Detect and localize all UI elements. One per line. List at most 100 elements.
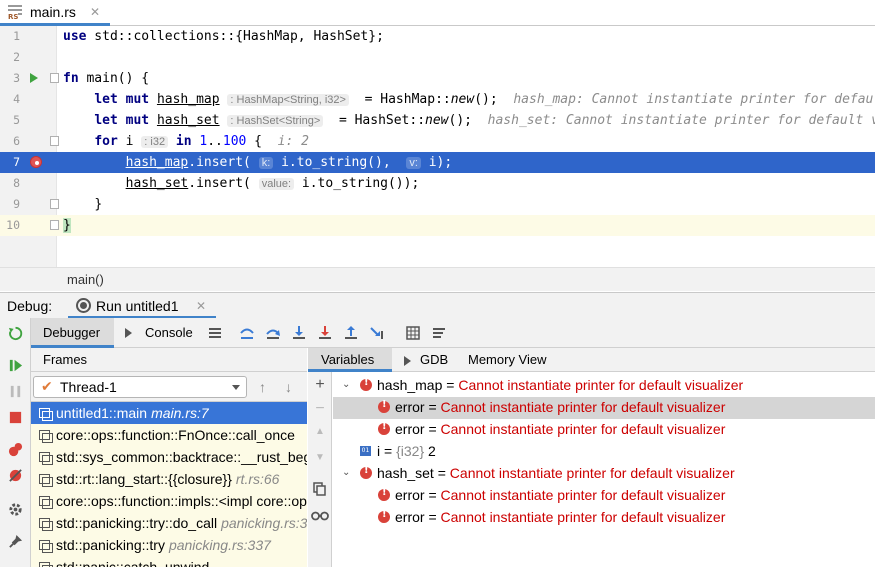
add-watch-icon[interactable]: + bbox=[313, 376, 327, 394]
equals: = bbox=[380, 443, 397, 459]
step-out-icon[interactable] bbox=[343, 325, 359, 341]
breadcrumb-item[interactable]: main() bbox=[67, 272, 104, 287]
keyword: in bbox=[175, 134, 192, 149]
variable-name: error bbox=[395, 399, 425, 415]
run-to-cursor-icon[interactable] bbox=[369, 325, 385, 341]
tab-variables[interactable]: Variables bbox=[308, 348, 392, 372]
frame-location: main.rs:7 bbox=[151, 405, 209, 421]
arrow-up-icon[interactable]: ↑ bbox=[259, 379, 266, 395]
show-execution-point-icon[interactable] bbox=[239, 325, 255, 341]
trace-current-stream-icon[interactable] bbox=[431, 325, 447, 341]
code-text: hash_set.insert( value: i.to_string()); bbox=[63, 174, 420, 194]
variable-entry: error = Cannot instantiate printer for d… bbox=[395, 421, 725, 437]
frame-label: std::panic::catch_unwind bbox=[56, 559, 209, 567]
view-breakpoints-icon[interactable] bbox=[8, 442, 23, 457]
step-over-icon[interactable] bbox=[265, 325, 281, 341]
equals: = bbox=[424, 399, 441, 415]
arrow-down-icon[interactable]: ↓ bbox=[285, 379, 292, 395]
code-fragment: i); bbox=[420, 155, 453, 170]
pin-icon[interactable] bbox=[8, 534, 23, 549]
resume-icon[interactable] bbox=[8, 358, 23, 373]
step-into-icon[interactable] bbox=[291, 325, 307, 341]
frame-item[interactable]: core::ops::function::FnOnce::call_once bbox=[31, 424, 307, 446]
frame-label: core::ops::function::impls::<impl core::… bbox=[56, 493, 307, 509]
variable-row[interactable]: ⌄ hash_set = Cannot instantiate printer … bbox=[333, 463, 875, 485]
run-config-title: Run untitled1 bbox=[96, 298, 179, 314]
code-fragment: { bbox=[246, 134, 263, 149]
frame-label: std::rt::lang_start::{{closure}} rt.rs:66 bbox=[56, 471, 279, 487]
tab-console-label: Console bbox=[145, 325, 193, 340]
evaluate-expression-icon[interactable] bbox=[405, 325, 421, 341]
rerun-icon[interactable] bbox=[8, 326, 23, 341]
frame-location: panicking.rs:373 bbox=[221, 515, 307, 531]
settings-gear-icon[interactable] bbox=[8, 502, 23, 517]
frame-name: core::ops::function::impls::<impl core::… bbox=[56, 493, 307, 509]
mute-breakpoints-icon[interactable] bbox=[8, 468, 23, 483]
code-text: let mut hash_map : HashMap<String, i32> … bbox=[63, 90, 875, 110]
variable-row[interactable]: ⌄ hash_map = Cannot instantiate printer … bbox=[333, 375, 875, 397]
variables-tree: ⌄ hash_map = Cannot instantiate printer … bbox=[333, 372, 875, 567]
frame-item[interactable]: std::panicking::try panicking.rs:337 bbox=[31, 534, 307, 556]
variable-type: {i32} bbox=[396, 443, 425, 459]
fold-marker-icon[interactable] bbox=[50, 220, 59, 230]
keyword: let mut bbox=[94, 113, 150, 128]
run-config-tab[interactable]: Run untitled1 ✕ bbox=[68, 293, 216, 319]
frame-item[interactable]: std::sys_common::backtrace::__rust_begin… bbox=[31, 446, 307, 468]
param-hint: value: bbox=[258, 178, 295, 190]
copy-icon[interactable] bbox=[313, 482, 327, 496]
stop-icon[interactable] bbox=[8, 410, 23, 425]
frame-name: std::sys_common::backtrace::__rust_begin… bbox=[56, 449, 307, 465]
fold-marker-icon[interactable] bbox=[50, 136, 59, 146]
tab-console[interactable]: Console bbox=[123, 318, 203, 348]
error-icon bbox=[378, 509, 390, 523]
fold-marker-icon[interactable] bbox=[50, 199, 59, 209]
run-gutter-icon[interactable] bbox=[30, 73, 38, 83]
frame-item[interactable]: std::panicking::try::do_call panicking.rs… bbox=[31, 512, 307, 534]
layout-menu-icon[interactable] bbox=[207, 325, 223, 341]
tab-memory-view[interactable]: Memory View bbox=[468, 352, 547, 367]
frame-name: std::panicking::try bbox=[56, 537, 165, 553]
frames-panel: Frames ✔ Thread-1 ↑ ↓ untitled1::main mai… bbox=[31, 348, 307, 567]
variable-entry: error = Cannot instantiate printer for d… bbox=[395, 399, 725, 415]
tab-variables-label: Variables bbox=[321, 352, 375, 367]
collapse-arrow-icon[interactable]: ⌄ bbox=[342, 379, 350, 390]
code-editor[interactable]: 1 use std::collections::{HashMap, HashSe… bbox=[0, 26, 875, 267]
variable-row[interactable]: 01 i = {i32} 2 bbox=[333, 441, 875, 463]
thread-select[interactable]: ✔ Thread-1 bbox=[33, 376, 247, 398]
thread-select-value: Thread-1 bbox=[60, 379, 117, 395]
code-fragment: = HashMap:: bbox=[364, 92, 451, 107]
frame-icon bbox=[39, 540, 53, 553]
breakpoint-icon[interactable] bbox=[30, 156, 42, 168]
close-icon[interactable]: ✕ bbox=[196, 299, 206, 313]
tab-main-rs[interactable]: RS main.rs ✕ bbox=[0, 0, 110, 26]
tab-debugger[interactable]: Debugger bbox=[31, 318, 114, 348]
variable-row[interactable]: error = Cannot instantiate printer for d… bbox=[333, 419, 875, 441]
debug-tool-window-header: Debug: Run untitled1 ✕ bbox=[0, 292, 875, 319]
frame-item[interactable]: std::panic::catch_unwind bbox=[31, 556, 307, 567]
close-icon[interactable]: ✕ bbox=[90, 5, 100, 19]
force-step-into-icon[interactable] bbox=[317, 325, 333, 341]
variable: hash_set bbox=[156, 113, 220, 128]
frame-label: std::panicking::try::do_call panicking.rs… bbox=[56, 515, 307, 531]
variable-row[interactable]: error = Cannot instantiate printer for d… bbox=[333, 397, 875, 419]
frame-item[interactable]: std::rt::lang_start::{{closure}} rt.rs:66 bbox=[31, 468, 307, 490]
pause-icon[interactable] bbox=[8, 384, 23, 399]
move-down-icon[interactable]: ▼ bbox=[313, 452, 327, 463]
variable-row[interactable]: error = Cannot instantiate printer for d… bbox=[333, 507, 875, 529]
frame-item[interactable]: untitled1::main main.rs:7 bbox=[31, 402, 307, 424]
keyword: use bbox=[63, 29, 87, 44]
type-hint: : HashSet<String> bbox=[227, 115, 324, 127]
code-fragment: } bbox=[63, 218, 71, 233]
frame-name: std::panicking::try::do_call bbox=[56, 515, 218, 531]
equals: = bbox=[433, 465, 450, 481]
collapse-arrow-icon[interactable]: ⌄ bbox=[342, 467, 350, 478]
remove-watch-icon[interactable]: − bbox=[313, 400, 327, 418]
frame-item[interactable]: core::ops::function::impls::<impl core::… bbox=[31, 490, 307, 512]
variable-row[interactable]: error = Cannot instantiate printer for d… bbox=[333, 485, 875, 507]
glasses-icon[interactable] bbox=[311, 508, 329, 522]
tab-gdb[interactable]: GDB bbox=[402, 348, 462, 372]
fold-marker-icon[interactable] bbox=[50, 73, 59, 83]
move-up-icon[interactable]: ▲ bbox=[313, 426, 327, 437]
code-line: 1 use std::collections::{HashMap, HashSe… bbox=[0, 26, 875, 47]
code-text: hash_map.insert( k: i.to_string(), v: i)… bbox=[63, 153, 453, 173]
